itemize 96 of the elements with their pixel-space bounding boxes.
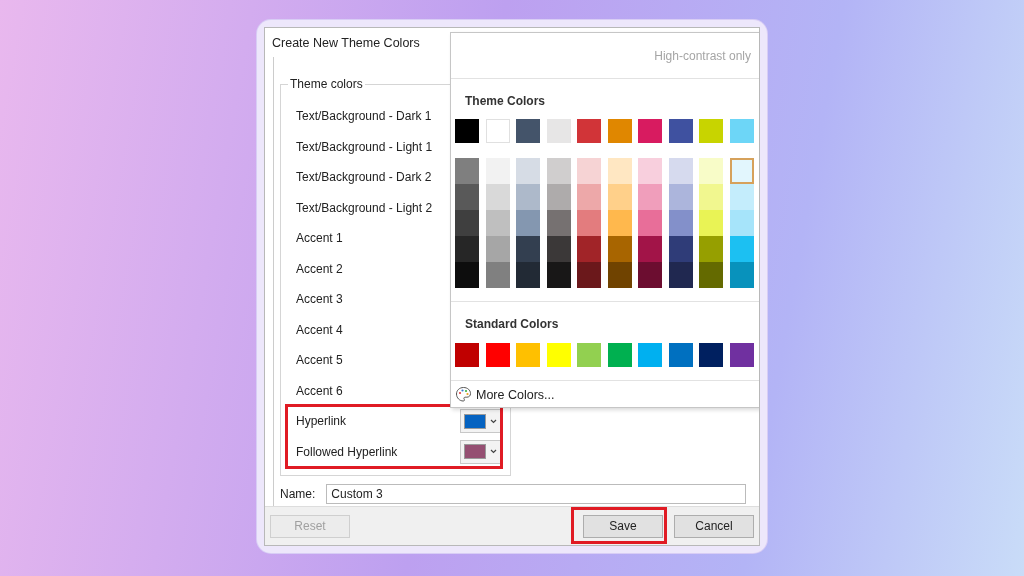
color-swatch[interactable]	[668, 343, 693, 367]
color-swatch[interactable]	[485, 158, 510, 184]
color-swatch[interactable]	[729, 236, 754, 262]
color-swatch[interactable]	[699, 236, 723, 262]
window-title: Create New Theme Colors	[272, 35, 420, 50]
color-swatch[interactable]	[516, 119, 540, 143]
color-swatch[interactable]	[638, 236, 662, 262]
caret-icon	[489, 449, 497, 455]
color-swatch[interactable]	[546, 184, 571, 210]
color-label: Accent 5	[296, 353, 343, 368]
color-swatch[interactable]	[638, 184, 662, 210]
color-swatch[interactable]	[455, 343, 479, 367]
color-swatch[interactable]	[668, 262, 693, 288]
color-swatch[interactable]	[607, 262, 632, 288]
color-swatch[interactable]	[485, 210, 510, 236]
color-swatch[interactable]	[638, 343, 662, 367]
color-swatch[interactable]	[668, 158, 693, 184]
palette-icon	[455, 386, 472, 403]
dialog-button[interactable]: Cancel	[674, 514, 754, 538]
color-swatch[interactable]	[516, 236, 540, 262]
color-swatch[interactable]	[485, 236, 510, 262]
color-swatch[interactable]	[607, 158, 632, 184]
color-swatch[interactable]	[729, 119, 754, 143]
color-swatch[interactable]	[516, 158, 540, 184]
color-swatch[interactable]	[485, 262, 510, 288]
color-swatch[interactable]	[607, 210, 632, 236]
color-swatch[interactable]	[455, 262, 479, 288]
color-swatch[interactable]	[577, 158, 601, 184]
color-swatch[interactable]	[577, 343, 601, 367]
color-swatch[interactable]	[546, 158, 571, 184]
more-colors-button[interactable]: More Colors...	[451, 381, 555, 403]
color-swatch[interactable]	[577, 262, 601, 288]
high-contrast-label: High-contrast only	[654, 48, 751, 63]
color-swatch[interactable]	[455, 158, 479, 184]
color-swatch[interactable]	[546, 119, 571, 143]
color-swatch[interactable]	[729, 158, 754, 184]
caret-icon	[489, 418, 497, 424]
section-title: Theme Colors	[464, 93, 546, 110]
dialog-button[interactable]: Save	[583, 514, 663, 538]
color-swatch[interactable]	[638, 210, 662, 236]
color-swatch[interactable]	[577, 119, 601, 143]
color-label: Text/Background - Light 1	[296, 139, 433, 154]
color-swatch[interactable]	[455, 184, 479, 210]
color-swatch[interactable]	[577, 184, 601, 210]
color-swatch[interactable]	[546, 262, 571, 288]
name-label: Name:	[280, 487, 316, 501]
name-field[interactable]: Custom 3	[326, 484, 747, 504]
color-swatch[interactable]	[699, 343, 723, 367]
color-swatch[interactable]	[699, 119, 723, 143]
color-swatch[interactable]	[729, 262, 754, 288]
color-swatch[interactable]	[485, 343, 510, 367]
color-label: Hyperlink	[296, 414, 346, 429]
color-label: Accent 4	[296, 322, 343, 337]
color-label: Accent 3	[296, 292, 343, 307]
color-swatch[interactable]	[668, 119, 693, 143]
color-label: Accent 6	[296, 383, 343, 398]
color-swatch[interactable]	[729, 343, 754, 367]
color-swatch[interactable]	[699, 210, 723, 236]
color-label: Text/Background - Dark 2	[296, 170, 432, 185]
color-swatch[interactable]	[638, 262, 662, 288]
color-picker-button[interactable]	[460, 409, 501, 434]
color-swatch[interactable]	[485, 184, 510, 210]
color-swatch[interactable]	[455, 119, 479, 143]
color-swatch[interactable]	[729, 210, 754, 236]
color-swatch[interactable]	[516, 343, 540, 367]
color-label: Followed Hyperlink	[296, 444, 398, 459]
group-title: Theme colors	[288, 77, 365, 91]
color-swatch[interactable]	[455, 236, 479, 262]
color-swatch[interactable]	[638, 119, 662, 143]
color-swatch[interactable]	[455, 210, 479, 236]
color-swatch[interactable]	[699, 158, 723, 184]
color-swatch[interactable]	[668, 210, 693, 236]
color-swatch[interactable]	[607, 236, 632, 262]
color-swatch[interactable]	[516, 184, 540, 210]
color-swatch[interactable]	[516, 210, 540, 236]
color-swatch[interactable]	[668, 184, 693, 210]
color-label: Accent 2	[296, 261, 343, 276]
color-label: Accent 1	[296, 231, 343, 246]
color-swatch[interactable]	[577, 236, 601, 262]
color-swatch[interactable]	[516, 262, 540, 288]
color-swatch[interactable]	[546, 236, 571, 262]
color-swatch[interactable]	[607, 119, 632, 143]
color-swatch[interactable]	[729, 184, 754, 210]
color-swatch[interactable]	[638, 158, 662, 184]
section-title: Standard Colors	[464, 316, 560, 333]
color-swatch[interactable]	[607, 343, 632, 367]
color-label: Text/Background - Dark 1	[296, 109, 432, 124]
color-swatch[interactable]	[668, 236, 693, 262]
color-swatch[interactable]	[699, 184, 723, 210]
color-swatch[interactable]	[699, 262, 723, 288]
color-swatch[interactable]	[577, 210, 601, 236]
color-swatch[interactable]	[607, 184, 632, 210]
color-swatch[interactable]	[546, 210, 571, 236]
color-picker-button[interactable]	[460, 439, 501, 464]
color-label: Text/Background - Light 2	[296, 200, 433, 215]
color-swatch[interactable]	[546, 343, 571, 367]
